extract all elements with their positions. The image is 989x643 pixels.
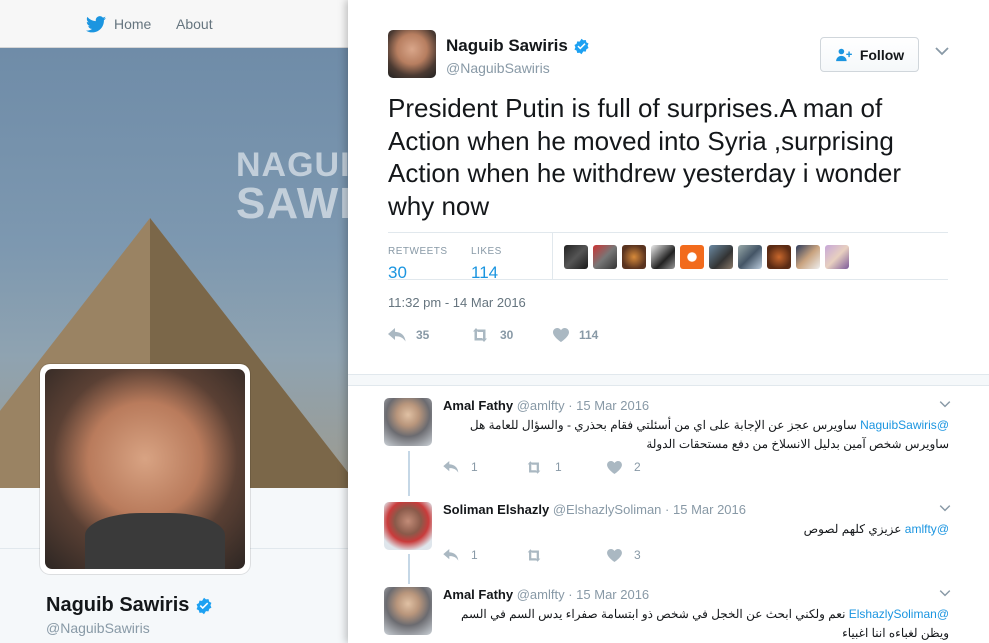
reply-author-name[interactable]: Amal Fathy [443,398,513,413]
reply-icon [443,549,459,561]
reply-header: Amal Fathy @amlfty · 15 Mar 2016 [443,398,650,413]
reply-icon [443,461,459,473]
reply-author-handle[interactable]: @amlfty [517,398,565,413]
reply-icon [388,328,406,342]
reply-author-name[interactable]: Soliman Elshazly [443,502,549,517]
liker-avatar[interactable] [593,245,617,269]
tweet-stats: RETWEETS 30 LIKES 114 [388,232,948,283]
verified-badge-icon [196,597,212,614]
chevron-down-icon[interactable] [939,504,951,512]
liker-avatar[interactable] [709,245,733,269]
profile-avatar[interactable] [40,364,250,574]
reply-header: Amal Fathy @amlfty · 15 Mar 2016 [443,587,650,602]
reply-tweet[interactable]: Soliman Elshazly @ElshazlySoliman · 15 M… [384,502,954,582]
heart-icon [607,460,622,474]
reply-actions: 1 3 [443,548,689,562]
reply-avatar[interactable] [384,587,432,635]
likes-label: LIKES [471,246,502,257]
reply-mention[interactable]: @NaguibSawiris [860,418,949,432]
retweet-button[interactable]: 30 [470,328,522,342]
liker-avatar[interactable] [680,245,704,269]
reply-date[interactable]: 15 Mar 2016 [576,587,649,602]
reply-author-handle[interactable]: @ElshazlySoliman [553,502,662,517]
liker-avatar[interactable] [564,245,588,269]
follow-person-icon [835,48,852,61]
nav-home-link[interactable]: Home [86,0,151,48]
reply-button[interactable]: 1 [443,548,525,562]
retweets-label: RETWEETS [388,246,448,257]
liker-avatars [564,245,854,269]
reply-count: 1 [471,460,478,474]
stats-separator [552,233,553,279]
retweet-icon [527,548,541,562]
liker-avatar[interactable] [767,245,791,269]
reply-header: Soliman Elshazly @ElshazlySoliman · 15 M… [443,502,746,517]
liker-avatar[interactable] [622,245,646,269]
nav-about-link[interactable]: About [176,0,213,48]
tweet-text: President Putin is full of surprises.A m… [388,93,902,221]
retweet-icon [527,460,541,474]
follow-label: Follow [859,46,905,63]
chevron-down-icon[interactable] [935,46,949,56]
retweet-icon [473,328,487,342]
reply-author-handle[interactable]: @amlfty [517,587,565,602]
retweet-count: 30 [500,328,514,342]
reply-mention[interactable]: @ElshazlySoliman [849,607,949,621]
reply-count: 1 [471,548,478,562]
like-button[interactable]: 3 [607,548,689,562]
retweet-count: 1 [555,460,562,474]
like-count: 2 [634,460,641,474]
liker-avatar[interactable] [738,245,762,269]
tweet-overlay: Naguib Sawiris @NaguibSawiris Follow Pre… [348,0,989,643]
like-button[interactable]: 2 [607,460,689,474]
reply-text: @amlfty عزيزي كلهم لصوص [803,522,949,536]
reply-text: @NaguibSawiris ساويرس عجز عن الإجابة على… [469,418,949,451]
tweet-actions: 35 30 114 [388,325,630,345]
twitter-bird-icon [86,15,106,32]
retweet-button[interactable]: 1 [525,460,607,474]
verified-badge-icon [574,38,589,54]
replies-divider [348,374,989,386]
retweets-count: 30 [388,263,407,282]
reply-date[interactable]: 15 Mar 2016 [673,502,746,517]
reply-tweet[interactable]: Amal Fathy @amlfty · 15 Mar 2016 @Naguib… [384,398,954,488]
liker-avatar[interactable] [651,245,675,269]
reply-date[interactable]: 15 Mar 2016 [576,398,649,413]
like-button[interactable]: 114 [553,328,598,342]
profile-handle: @NaguibSawiris [46,620,150,636]
chevron-down-icon[interactable] [939,589,951,597]
reply-mention[interactable]: @amlfty [905,522,949,536]
likes-count: 114 [471,263,499,282]
heart-icon [607,548,622,562]
reply-count: 35 [416,328,430,342]
reply-button[interactable]: 35 [388,328,440,342]
reply-tweet[interactable]: Amal Fathy @amlfty · 15 Mar 2016 @Elshaz… [384,587,954,643]
author-avatar[interactable] [388,30,436,78]
chevron-down-icon[interactable] [939,400,951,408]
nav-home-label: Home [114,16,152,32]
reply-author-name[interactable]: Amal Fathy [443,587,513,602]
retweets-stat[interactable]: RETWEETS 30 [388,241,448,283]
reply-avatar[interactable] [384,502,432,550]
nav-about-label: About [176,16,213,32]
follow-button[interactable]: Follow [820,37,919,72]
like-count: 114 [579,328,599,342]
reply-actions: 1 1 2 [443,460,689,474]
reply-text: @ElshazlySoliman نعم ولكني ابحث عن الخجل… [461,607,949,640]
liker-avatar[interactable] [825,245,849,269]
reply-button[interactable]: 1 [443,460,525,474]
author-handle[interactable]: @NaguibSawiris [446,60,550,76]
tweet-timestamp[interactable]: 11:32 pm - 14 Mar 2016 [388,295,526,310]
profile-name[interactable]: Naguib Sawiris [46,594,213,617]
likes-stat[interactable]: LIKES 114 [471,241,502,283]
reply-avatar[interactable] [384,398,432,446]
retweet-button[interactable] [525,548,607,562]
like-count: 3 [634,548,641,562]
author-name[interactable]: Naguib Sawiris [446,36,590,56]
liker-avatar[interactable] [796,245,820,269]
heart-icon [553,328,569,342]
